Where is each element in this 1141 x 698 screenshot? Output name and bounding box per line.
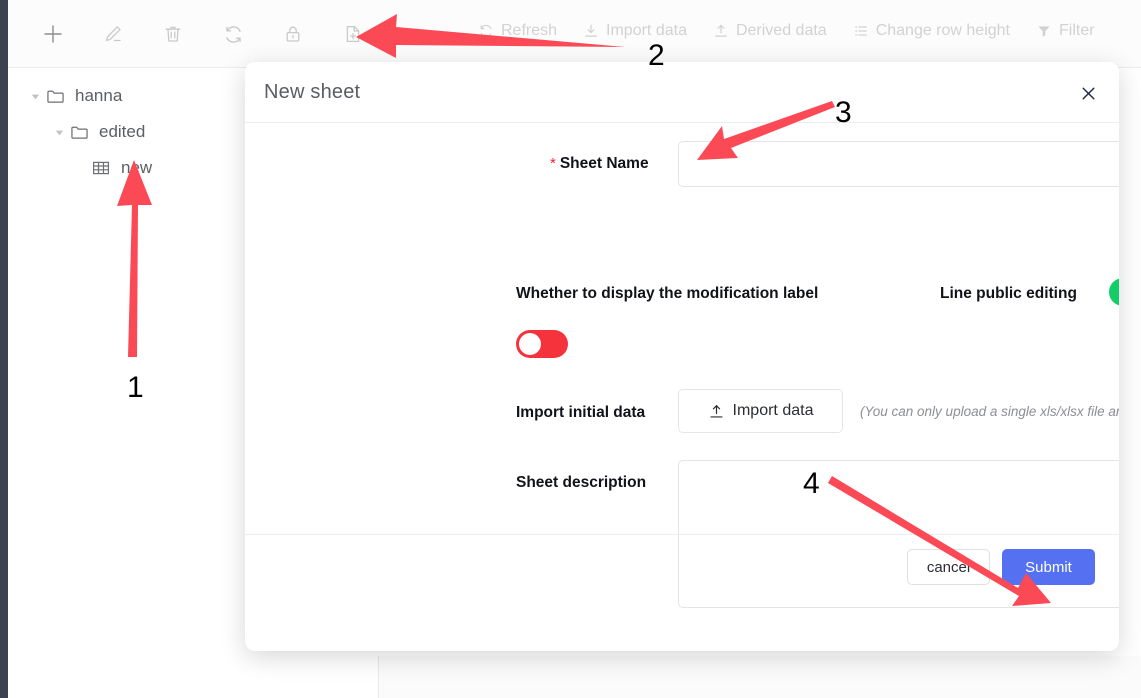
import-data-button-label: Import data xyxy=(732,402,814,419)
required-marker: * xyxy=(550,155,556,172)
derived-data-icon xyxy=(713,23,729,39)
toolbar-item-label: Filter xyxy=(1059,22,1095,39)
sidebar-divider xyxy=(378,656,379,698)
toolbar-item-derived-data[interactable]: Derived data xyxy=(713,22,827,40)
import-initial-data-label: Import initial data xyxy=(516,404,646,421)
sidebar-tree-item-label: hanna xyxy=(75,86,123,105)
toolbar: Refresh Import data Derived data Change … xyxy=(8,0,1141,68)
dialog-footer-buttons: cancel Submit xyxy=(907,549,1095,585)
add-icon[interactable] xyxy=(40,20,66,48)
toolbar-icon-group xyxy=(40,20,366,48)
lock-icon[interactable] xyxy=(280,20,306,48)
sidebar-tree-item-label: edited xyxy=(99,122,146,141)
new-sheet-icon[interactable] xyxy=(340,20,366,48)
content-pane xyxy=(379,656,1141,698)
dialog-title: New sheet xyxy=(264,81,361,103)
dialog-footer: cancel Submit xyxy=(245,534,1119,592)
toolbar-item-label: Import data xyxy=(606,22,687,39)
refresh-icon[interactable] xyxy=(220,20,246,48)
cancel-button[interactable]: cancel xyxy=(907,549,990,585)
sidebar-tree-item-label: new xyxy=(121,158,153,177)
chevron-down-icon[interactable] xyxy=(26,87,44,105)
folder-icon xyxy=(68,122,90,142)
sheet-name-input[interactable] xyxy=(678,141,1119,187)
toolbar-item-filter[interactable]: Filter xyxy=(1036,22,1095,40)
sheet-name-label-text: Sheet Name xyxy=(559,155,649,172)
toolbar-item-label: Change row height xyxy=(875,22,1010,39)
chevron-down-icon[interactable] xyxy=(50,123,68,141)
toolbar-item-label: Refresh xyxy=(501,22,558,39)
toolbar-item-label: Derived data xyxy=(735,22,827,39)
sheet-description-label: Sheet description xyxy=(516,474,647,491)
refresh-icon xyxy=(478,23,494,39)
folder-icon xyxy=(44,86,66,106)
toolbar-text-group: Refresh Import data Derived data Change … xyxy=(478,22,1095,40)
edit-icon[interactable] xyxy=(100,20,126,48)
sheet-name-row: * Sheet Name xyxy=(245,141,1119,189)
modification-label-toggle[interactable] xyxy=(516,330,568,358)
line-public-editing-toggle[interactable] xyxy=(1109,278,1119,306)
filter-icon xyxy=(1036,23,1052,39)
modification-label-label: Whether to display the modification labe… xyxy=(516,285,819,302)
new-sheet-dialog: New sheet * Sheet Name Whether to display… xyxy=(245,62,1119,651)
close-icon[interactable] xyxy=(1076,81,1100,105)
toolbar-item-change-row-height[interactable]: Change row height xyxy=(853,22,1010,40)
dialog-body: * Sheet Name Whether to display the modif… xyxy=(245,123,1119,608)
toolbar-item-import-data[interactable]: Import data xyxy=(583,22,687,40)
import-data-icon xyxy=(583,23,599,39)
import-data-hint: (You can only upload a single xls/xlsx f… xyxy=(860,404,1119,419)
toggle-knob xyxy=(519,333,541,355)
delete-icon[interactable] xyxy=(160,20,186,48)
submit-button[interactable]: Submit xyxy=(1002,549,1095,585)
dialog-header: New sheet xyxy=(245,62,1119,123)
table-icon xyxy=(90,158,112,178)
sheet-name-label: * Sheet Name xyxy=(550,155,649,173)
import-data-button[interactable]: Import data xyxy=(678,389,843,433)
toolbar-item-refresh[interactable]: Refresh xyxy=(478,22,557,40)
change-row-height-icon xyxy=(853,23,869,39)
line-public-editing-label: Line public editing xyxy=(940,285,1077,302)
upload-icon xyxy=(708,403,725,420)
